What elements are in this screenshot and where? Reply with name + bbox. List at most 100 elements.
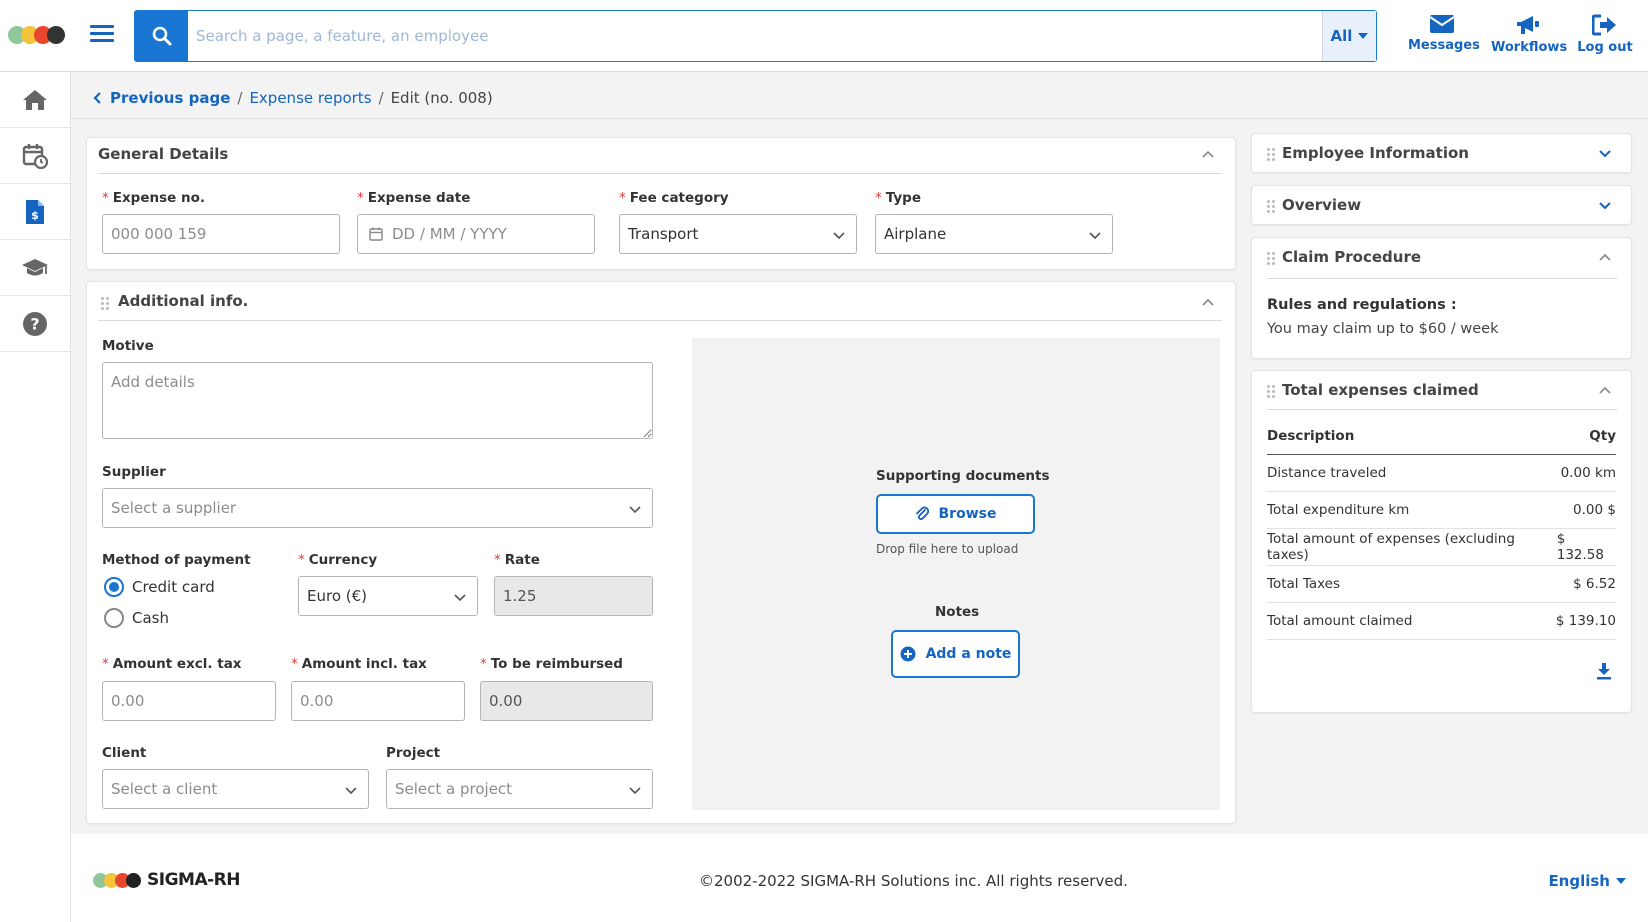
payment-credit-card-radio[interactable]: Credit card	[104, 577, 215, 597]
row-description: Total amount claimed	[1267, 613, 1413, 629]
total-expenses-title: Total expenses claimed	[1282, 381, 1479, 399]
to-be-reimbursed-label: * To be reimbursed	[480, 656, 623, 672]
sidebar-item-expenses[interactable]: $	[0, 184, 70, 240]
amount-incl-input[interactable]	[291, 681, 465, 721]
drag-handle-icon[interactable]	[1267, 252, 1275, 266]
overview-panel[interactable]: Overview	[1251, 185, 1632, 225]
search-input[interactable]	[196, 11, 1296, 61]
motive-textarea[interactable]	[102, 362, 653, 439]
row-qty: $ 139.10	[1555, 613, 1616, 629]
paperclip-icon	[915, 506, 929, 521]
top-bar: All Messages Workflows Log out	[0, 0, 1648, 72]
rate-label: * Rate	[494, 552, 540, 568]
fee-category-label: * Fee category	[619, 190, 729, 206]
megaphone-icon	[1517, 16, 1539, 34]
hamburger-icon[interactable]	[90, 22, 114, 46]
breadcrumb-expense-reports[interactable]: Expense reports	[249, 89, 371, 107]
breadcrumb-separator: /	[378, 89, 384, 107]
search-button[interactable]	[135, 11, 188, 61]
type-select[interactable]: Airplane	[875, 214, 1113, 254]
breadcrumb-divider	[71, 118, 1648, 119]
sidebar-item-help[interactable]: ?	[0, 296, 70, 352]
expense-date-label: * Expense date	[357, 190, 471, 206]
rate-value: 1.25	[503, 587, 537, 605]
project-placeholder: Select a project	[395, 780, 513, 798]
row-qty: 0.00 km	[1560, 465, 1616, 481]
row-description: Total amount of expenses (excluding taxe…	[1267, 531, 1515, 563]
amount-excl-input[interactable]	[102, 681, 276, 721]
messages-label: Messages	[1408, 38, 1480, 53]
expense-date-placeholder: DD / MM / YYYY	[392, 225, 507, 243]
sidebar-item-training[interactable]	[0, 240, 70, 296]
svg-text:?: ?	[30, 314, 39, 333]
chevron-down-icon[interactable]	[1598, 147, 1612, 161]
employee-information-panel[interactable]: Employee Information	[1251, 133, 1632, 173]
supporting-documents-dropzone[interactable]: Supporting documents Browse Drop file he…	[692, 338, 1220, 810]
add-note-label: Add a note	[925, 646, 1012, 662]
notes-title: Notes	[935, 604, 980, 620]
supplier-label: Supplier	[102, 464, 166, 480]
previous-page-link[interactable]: Previous page	[92, 89, 230, 107]
chevron-up-icon[interactable]	[1201, 147, 1215, 161]
workflows-button[interactable]: Workflows	[1491, 14, 1567, 55]
messages-button[interactable]: Messages	[1408, 14, 1480, 53]
drag-handle-icon[interactable]	[1267, 200, 1275, 214]
sidebar-item-schedule[interactable]	[0, 128, 70, 184]
supplier-select[interactable]: Select a supplier	[102, 488, 653, 528]
radio-unchecked-icon	[104, 608, 124, 628]
search-scope-label: All	[1330, 27, 1353, 45]
logout-button[interactable]: Log out	[1577, 14, 1633, 55]
footer-logo: SIGMA-RH	[93, 870, 240, 890]
download-icon[interactable]	[1596, 662, 1612, 680]
currency-label: * Currency	[298, 552, 378, 568]
supporting-documents-title: Supporting documents	[876, 468, 1050, 484]
currency-select[interactable]: Euro (€)	[298, 576, 478, 616]
project-select[interactable]: Select a project	[386, 769, 653, 809]
overview-title: Overview	[1282, 196, 1362, 214]
sidebar-item-home[interactable]	[0, 72, 70, 128]
row-qty: $ 6.52	[1573, 576, 1616, 592]
caret-down-icon	[1358, 33, 1369, 39]
type-value: Airplane	[884, 225, 947, 243]
expense-no-input[interactable]	[102, 214, 340, 254]
radio-checked-icon	[104, 577, 124, 597]
app-logo[interactable]	[8, 26, 65, 44]
totals-header-qty: Qty	[1589, 428, 1616, 444]
client-select[interactable]: Select a client	[102, 769, 369, 809]
expense-date-input[interactable]: DD / MM / YYYY	[357, 214, 595, 254]
drag-handle-icon[interactable]	[101, 297, 109, 311]
logout-label: Log out	[1577, 40, 1633, 55]
currency-value: Euro (€)	[307, 587, 368, 605]
add-note-button[interactable]: Add a note	[891, 630, 1020, 678]
chevron-down-icon	[454, 594, 466, 602]
footer-brand: SIGMA-RH	[147, 870, 240, 890]
row-description: Total Taxes	[1267, 576, 1341, 592]
card-divider	[1267, 409, 1617, 410]
breadcrumb-separator: /	[237, 89, 243, 107]
card-divider	[98, 320, 1222, 321]
chevron-down-icon	[345, 787, 357, 795]
chevron-down-icon	[1089, 232, 1101, 240]
amount-incl-label: * Amount incl. tax	[291, 656, 427, 672]
search-scope-dropdown[interactable]: All	[1322, 11, 1376, 61]
previous-page-label: Previous page	[110, 89, 231, 107]
browse-button[interactable]: Browse	[876, 494, 1035, 534]
chevron-up-icon[interactable]	[1598, 250, 1612, 264]
fee-category-select[interactable]: Transport	[619, 214, 857, 254]
chevron-down-icon[interactable]	[1598, 199, 1612, 213]
chevron-up-icon[interactable]	[1201, 295, 1215, 309]
calendar-clock-icon	[22, 143, 48, 169]
table-row: Total Taxes $ 6.52	[1267, 566, 1616, 603]
row-description: Distance traveled	[1267, 465, 1387, 481]
caret-down-icon	[1616, 878, 1626, 884]
drag-handle-icon[interactable]	[1267, 148, 1275, 162]
svg-text:$: $	[31, 209, 39, 222]
chevron-up-icon[interactable]	[1598, 383, 1612, 397]
table-row: Total amount claimed $ 139.10	[1267, 603, 1616, 640]
chevron-down-icon	[833, 232, 845, 240]
rules-title: Rules and regulations :	[1267, 297, 1457, 313]
drag-handle-icon[interactable]	[1267, 385, 1275, 399]
payment-cash-radio[interactable]: Cash	[104, 608, 169, 628]
language-selector[interactable]: English	[1548, 872, 1626, 890]
help-icon: ?	[23, 311, 47, 336]
